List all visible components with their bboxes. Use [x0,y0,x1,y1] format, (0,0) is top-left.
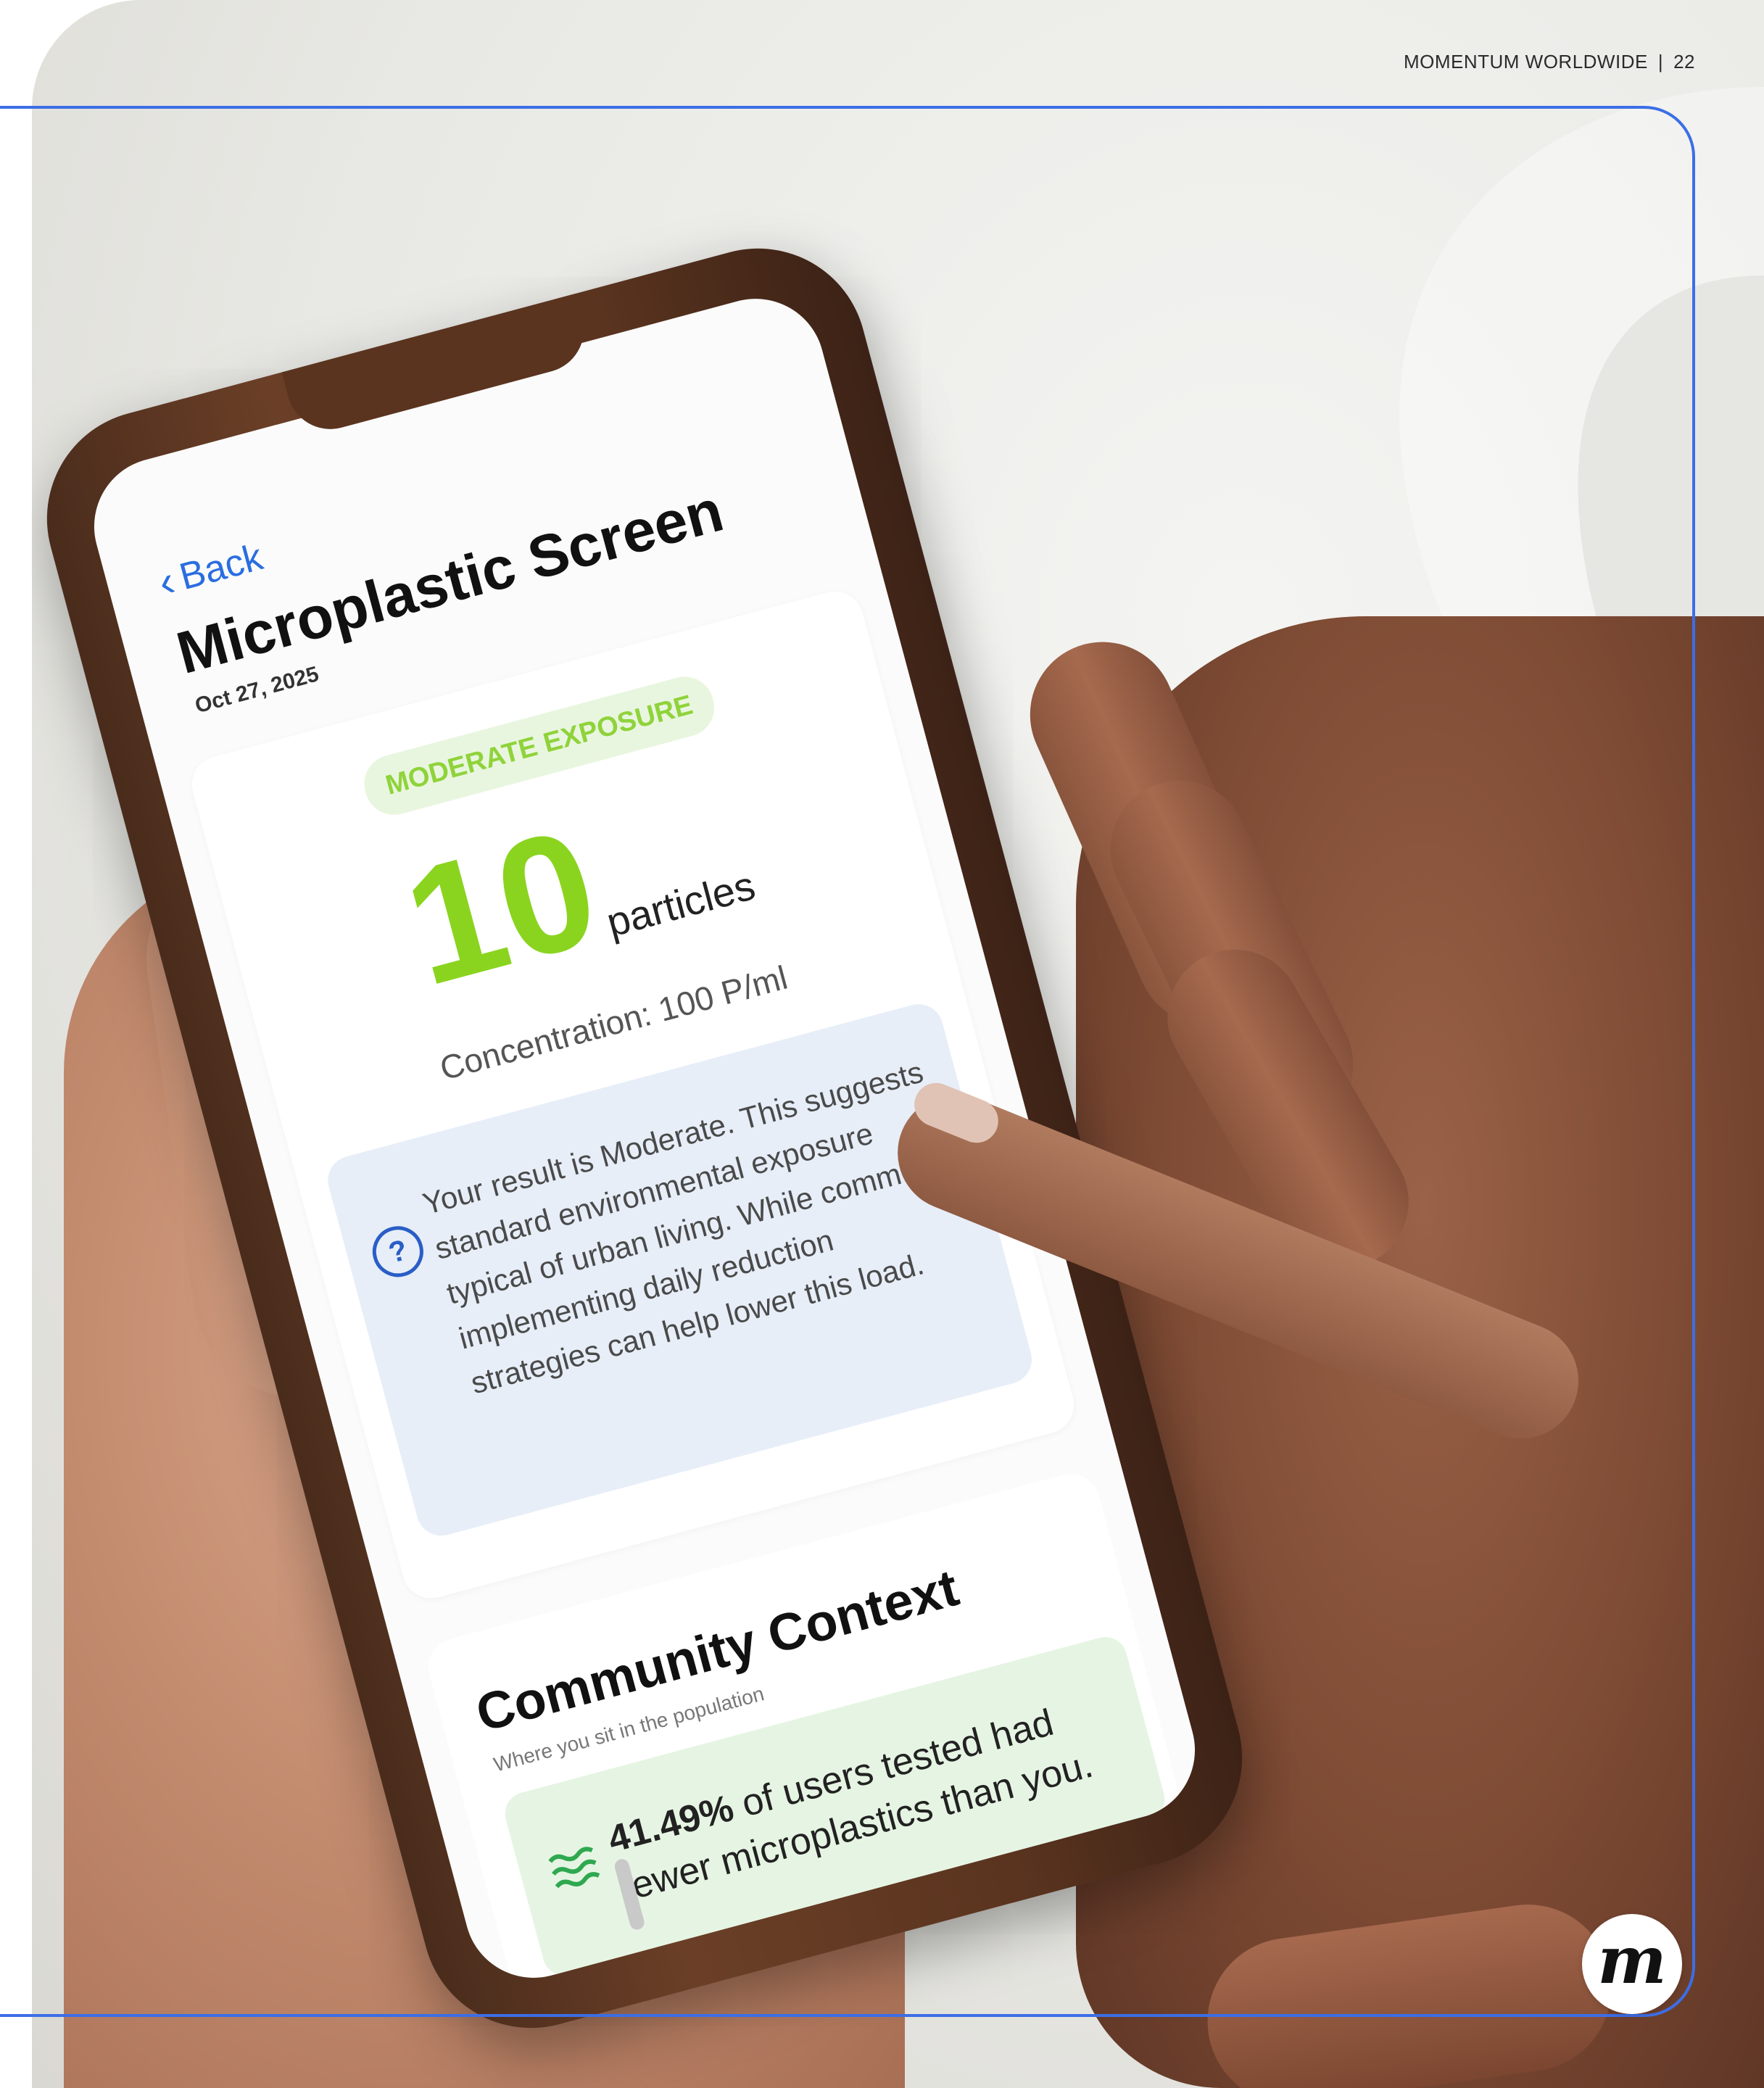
result-explanation: Your result is Moderate. This suggests s… [419,1054,946,1401]
momentum-logo: m [1582,1914,1682,2014]
page-header: MOMENTUM WORLDWIDE | 22 [1404,51,1695,73]
count-unit: particles [602,862,760,945]
question-circle-icon[interactable]: ? [367,1220,429,1283]
logo-letter: m [1597,1922,1667,1999]
background-photo: ‹ Back Microplastic Screen Oct 27, 2025 … [32,0,1764,2088]
brand-name: MOMENTUM WORLDWIDE [1403,51,1648,72]
back-label: Back [175,536,268,599]
waves-icon [548,1847,600,1889]
header-separator: | [1657,51,1664,72]
count-value: 10 [387,792,616,1022]
back-button[interactable]: ‹ Back [153,535,268,607]
page-number: 22 [1673,51,1695,72]
chevron-left-icon: ‹ [153,556,181,607]
